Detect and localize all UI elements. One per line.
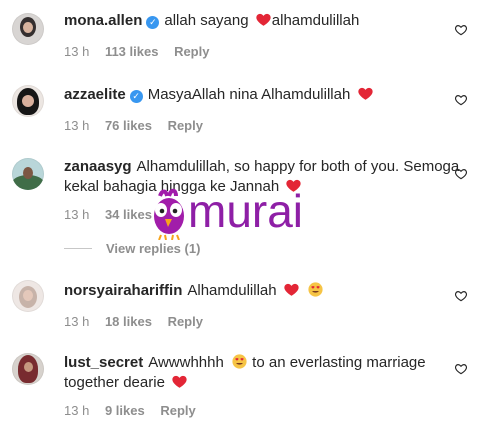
username-link[interactable]: azzaelite (64, 86, 126, 103)
comment-text: azzaelite ✓ MasyaAllah nina Alhamdulillah (64, 84, 446, 105)
avatar[interactable] (12, 158, 44, 190)
reply-button[interactable]: Reply (168, 314, 203, 329)
reply-button[interactable]: Reply (160, 403, 195, 418)
comment-meta: 13 h 113 likes Reply (64, 44, 221, 60)
verified-icon: ✓ (146, 16, 160, 29)
comment-meta: 13 h 9 likes Reply (64, 403, 208, 419)
comment-body: Alhamdulillah (187, 282, 277, 299)
comment-meta: 13 h 76 likes Reply (64, 118, 215, 134)
heart-outline-icon[interactable] (454, 23, 468, 37)
bird-mascot-icon (154, 188, 184, 241)
comment-body: MasyaAllah nina Alhamdulillah (147, 86, 351, 103)
heart-emoji-icon (357, 87, 373, 100)
comment-text: norsyairahariffin Alhamdulillah (64, 280, 446, 301)
username-link[interactable]: lust_secret (64, 354, 143, 371)
comment-body-part: allah sayang (164, 12, 249, 29)
murai-watermark: murai (148, 185, 305, 243)
avatar[interactable] (12, 85, 44, 117)
comment-time: 13 h (64, 403, 90, 418)
replies-divider (64, 248, 92, 249)
likes-count[interactable]: 18 likes (105, 314, 152, 329)
comment-body-part: alhamdulillah (271, 12, 360, 29)
avatar[interactable] (12, 353, 44, 385)
username-link[interactable]: zanaasyg (64, 158, 132, 175)
avatar[interactable] (12, 280, 44, 312)
view-replies-button[interactable]: View replies (1) (106, 241, 200, 257)
username-link[interactable]: mona.allen (64, 12, 142, 29)
comment-item-lust-secret: lust_secret Awwwhhhh to an everlasting ma… (0, 341, 486, 435)
likes-count[interactable]: 113 likes (105, 44, 159, 59)
reply-button[interactable]: Reply (174, 44, 209, 59)
heart-outline-icon[interactable] (454, 167, 468, 181)
comment-time: 13 h (64, 44, 90, 59)
comments-screen: mona.allen ✓ allah sayang alhamdulillah 13… (0, 0, 486, 435)
comment-time: 13 h (64, 207, 90, 222)
comment-time: 13 h (64, 118, 90, 133)
username-link[interactable]: norsyairahariffin (64, 282, 182, 299)
comment-time: 13 h (64, 314, 90, 329)
comment-meta: 13 h 18 likes Reply (64, 314, 215, 330)
heart-emoji-icon (256, 13, 271, 26)
comment-body-line-1: Alhamdulillah, so happy for both of you.… (136, 158, 460, 175)
avatar[interactable] (12, 13, 44, 45)
heart-eyes-emoji-icon (232, 354, 247, 369)
comment-text-line-1: lust_secret Awwwhhhh to an everlasting ma… (64, 352, 446, 373)
likes-count[interactable]: 76 likes (105, 118, 152, 133)
comment-body-line-2: together dearie (64, 374, 165, 391)
watermark-text: murai (188, 185, 304, 237)
comment-text-line-1: zanaasyg Alhamdulillah, so happy for both… (64, 156, 459, 177)
likes-count[interactable]: 9 likes (105, 403, 145, 418)
reply-button[interactable]: Reply (168, 118, 203, 133)
heart-eyes-emoji-icon (308, 282, 323, 297)
heart-emoji-icon (284, 283, 299, 296)
comment-body-part: to an everlasting marriage (252, 354, 426, 371)
comment-text: mona.allen ✓ allah sayang alhamdulillah (64, 10, 446, 31)
heart-outline-icon[interactable] (454, 289, 468, 303)
comment-body-part: Awwwhhhh (148, 354, 224, 371)
comment-text-line-2: together dearie (64, 372, 446, 393)
heart-outline-icon[interactable] (454, 93, 468, 107)
verified-icon: ✓ (129, 90, 143, 103)
heart-outline-icon[interactable] (454, 362, 468, 376)
likes-count[interactable]: 34 likes (105, 207, 152, 222)
heart-emoji-icon (172, 375, 187, 388)
